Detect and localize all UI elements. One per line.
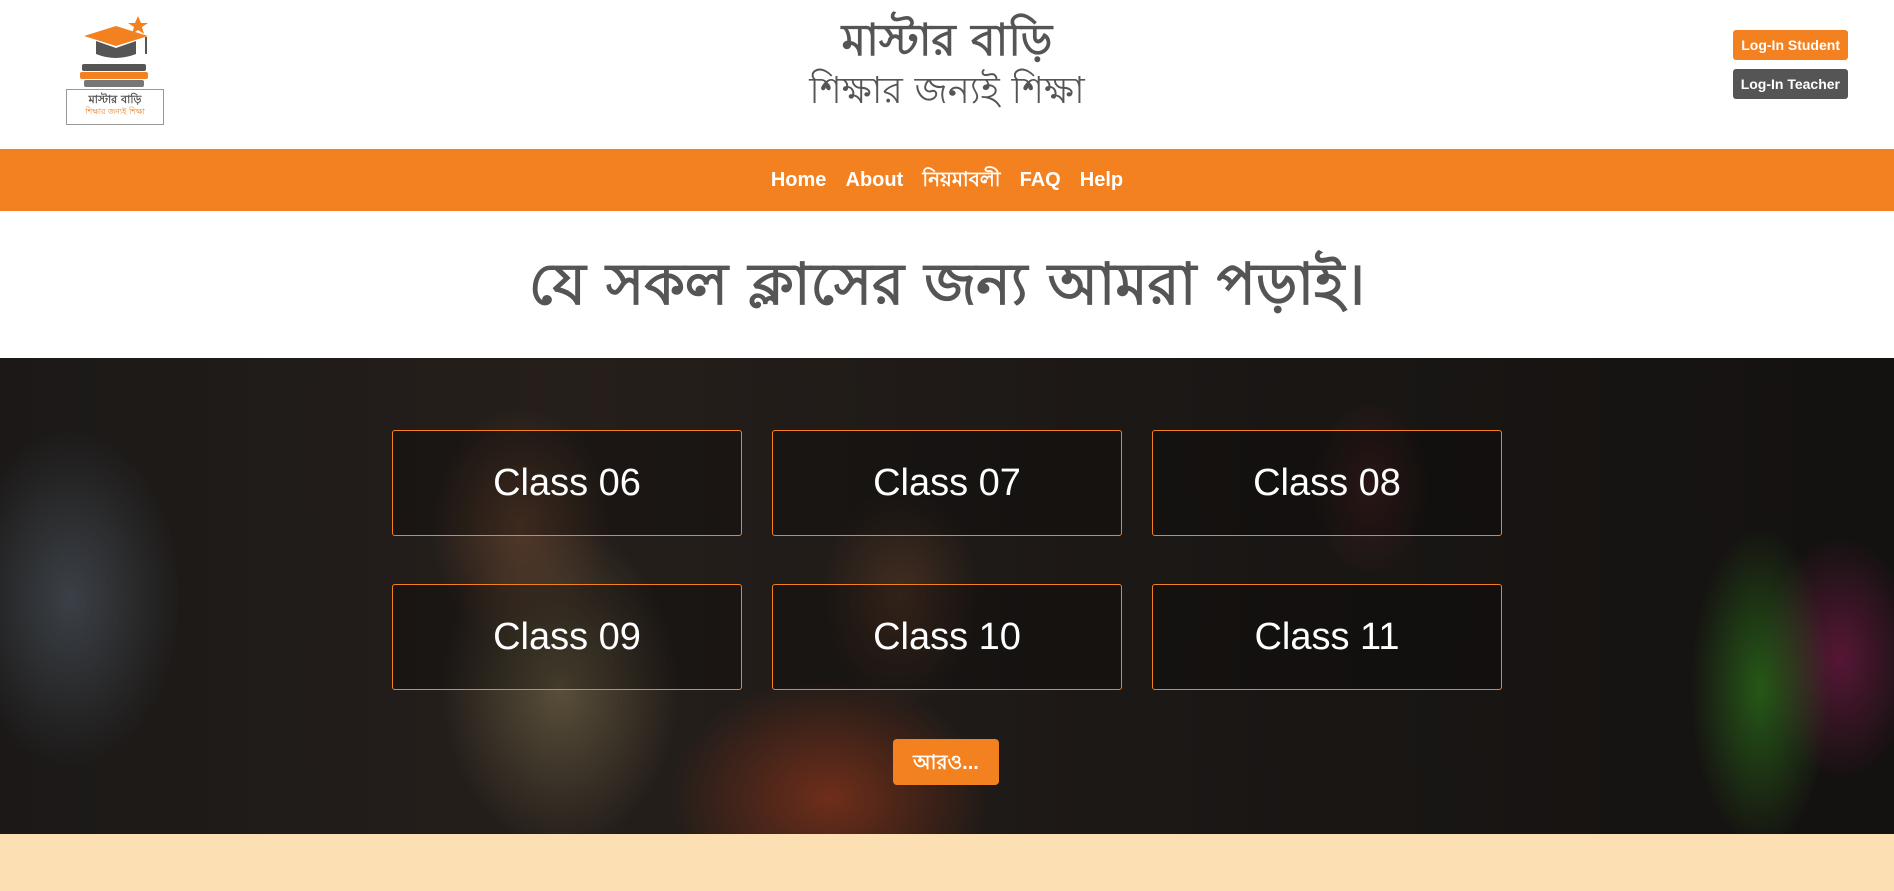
site-header: মাস্টার বাড়ি শিক্ষার জন্যই শিক্ষা মাস্ট… (0, 0, 1894, 149)
nav-item-home[interactable]: Home (771, 149, 827, 211)
nav-item-about[interactable]: About (846, 149, 904, 211)
site-tagline: শিক্ষার জন্যই শিক্ষা (809, 69, 1085, 112)
more-classes-button[interactable]: আরও... (893, 739, 999, 785)
classes-heading: যে সকল ক্লাসের জন্য আমরা পড়াই। (528, 250, 1366, 318)
class-card-11[interactable]: Class 11 (1152, 584, 1502, 690)
login-student-button[interactable]: Log-In Student (1733, 30, 1848, 60)
class-card-08[interactable]: Class 08 (1152, 430, 1502, 536)
nav-item-faq[interactable]: FAQ (1020, 149, 1061, 211)
nav-item-rules[interactable]: নিয়মাবলী (922, 149, 1000, 211)
login-teacher-button[interactable]: Log-In Teacher (1732, 69, 1848, 99)
main-nav: Home About নিয়মাবলী FAQ Help (0, 149, 1894, 211)
hero-background-image: Class 06 Class 07 Class 08 Class 09 Clas… (0, 358, 1894, 834)
site-title: মাস্টার বাড়ি (841, 15, 1053, 66)
nav-item-help[interactable]: Help (1080, 149, 1123, 211)
class-card-06[interactable]: Class 06 (392, 430, 742, 536)
class-card-09[interactable]: Class 09 (392, 584, 742, 690)
class-card-07[interactable]: Class 07 (772, 430, 1122, 536)
footer-band (0, 834, 1894, 891)
class-card-10[interactable]: Class 10 (772, 584, 1122, 690)
